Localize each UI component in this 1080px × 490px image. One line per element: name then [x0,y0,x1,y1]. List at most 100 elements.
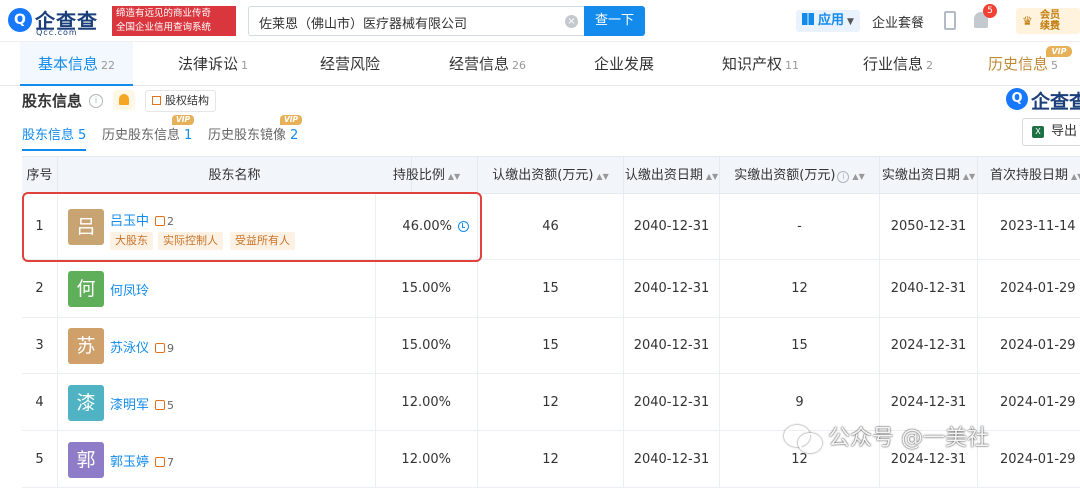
cell-ratio: 15.00% [376,318,478,373]
tab-business-risk[interactable]: 经营风险 [320,42,380,86]
subtab-label: 历史股东镜像 [208,128,287,143]
tab-basic-info[interactable]: 基本信息 22 [20,42,134,86]
th-label: 序号 [26,168,53,183]
cell-paid-date: 2040-12-31 [880,260,978,317]
cell-index: 4 [22,374,58,430]
avatar[interactable]: 漆 [68,385,104,421]
shareholder-name-link[interactable]: 何凤玲 [110,280,149,299]
th-name: 股东名称 [58,157,412,195]
th-index: 序号 [22,157,58,195]
shareholder-name-link[interactable]: 苏泳仪 9 [110,337,174,356]
cell-index-value: 5 [35,451,44,467]
cell-name: 何何凤玲 [58,260,376,317]
th-paid-date[interactable]: 实缴出资日期 ▲▼ [880,157,978,195]
cell-paid-date-value: 2050-12-31 [890,219,967,234]
cell-subscribed-date-value: 2040-12-31 [633,281,710,296]
cell-subscribed-amount: 46 [478,194,624,259]
clear-icon[interactable]: × [565,15,578,28]
sort-icon: ▲▼ [447,172,461,181]
tab-label: 知识产权 [722,55,783,73]
subtab-label: 股东信息 [22,128,75,143]
shareholder-name: 郭玉婷 [110,455,150,470]
subtab-shareholders[interactable]: 股东信息 5 [22,124,87,151]
avatar[interactable]: 何 [68,271,104,307]
tab-intellectual-property[interactable]: 知识产权 11 [722,42,799,86]
shareholder-name-link[interactable]: 漆明军 5 [110,394,174,413]
relation-icon[interactable] [155,216,166,226]
qcc-logo-icon: Q [8,8,32,32]
export-label: 导出 [1051,124,1078,139]
cell-paid-amount-value: 9 [795,394,804,410]
shareholder-name: 苏泳仪 [110,341,150,356]
th-label: 认缴出资日期 [624,168,703,183]
avatar[interactable]: 苏 [68,328,104,364]
th-paid-amount[interactable]: 实缴出资额(万元) i ▲▼ [720,157,880,195]
tab-label: 基本信息 [38,55,99,73]
avatar[interactable]: 郭 [68,442,104,478]
cell-index-value: 1 [35,219,44,234]
th-subscribed-date[interactable]: 认缴出资日期 ▲▼ [624,157,720,195]
cell-paid-amount-value: 12 [791,451,808,467]
follow-bell-icon[interactable] [113,90,135,110]
cell-index: 3 [22,318,58,373]
th-label: 持股比例 [392,168,445,183]
th-first-date[interactable]: 首次持股日期▲▼ [978,157,1080,195]
cell-paid-date-value: 2040-12-31 [890,281,967,296]
help-icon[interactable]: i [837,171,850,183]
section-title: 股东信息 [22,92,83,110]
cell-paid-date: 2024-12-31 [880,318,978,373]
cell-ratio: 46.00% [376,194,478,259]
avatar[interactable]: 吕 [68,209,104,245]
shareholder-tag: 大股东 [110,232,153,250]
shareholder-name: 漆明军 [110,398,150,413]
subtab-label: 历史股东信息 [102,128,181,143]
shareholder-name-link[interactable]: 吕玉中 2 [110,210,174,229]
equity-structure-button[interactable]: 股权结构 [145,90,216,112]
cell-ratio-value: 15.00% [401,281,451,296]
relation-icon[interactable] [155,457,166,467]
tab-development[interactable]: 企业发展 [594,42,654,86]
shareholder-name-link[interactable]: 郭玉婷 7 [110,451,174,470]
search-button[interactable]: 查一下 [584,6,645,36]
excel-icon: X [1032,126,1044,138]
watermark: 公众号 @一美社 [784,420,989,453]
cell-first-date-value: 2024-01-29 [1000,451,1076,467]
member-renew-button[interactable]: ♛ 会员 续费 [1016,8,1080,34]
tab-count: 26 [512,59,527,72]
table-row: 2 何何凤玲 15.00% 15 2040-12-31 12 2040-12-31 2024-… [22,260,1080,318]
history-clock-icon[interactable] [458,221,469,232]
cell-subscribed-date: 2040-12-31 [624,374,720,430]
tab-operation-info[interactable]: 经营信息 26 [449,42,526,86]
search-input[interactable]: 佐莱恩（佛山市）医疗器械有限公司 × [248,6,584,36]
subtab-history-mirror[interactable]: 历史股东镜像 2 [208,124,298,143]
qcc-logo[interactable]: Q 企查查 Qcc.com [8,5,110,37]
th-ratio[interactable]: 持股比例 ▲▼ [376,157,478,195]
tab-legal[interactable]: 法律诉讼 1 [178,42,248,86]
subtab-history-shareholders[interactable]: 历史股东信息 1 [102,124,192,143]
relation-count: 9 [167,342,175,355]
tab-industry-info[interactable]: 行业信息 2 [863,42,933,86]
cell-subscribed-date: 2040-12-31 [624,318,720,373]
shareholder-name: 何凤玲 [110,284,150,299]
enterprise-suite-link[interactable]: 企业套餐 [872,12,924,31]
relation-icon[interactable] [155,343,166,353]
help-icon[interactable]: i [89,94,103,108]
relation-icon[interactable] [155,400,166,410]
cell-ratio: 15.00% [376,260,478,317]
relation-count: 7 [167,456,175,469]
main-nav-tabs: 基本信息 22 法律诉讼 1 经营风险 经营信息 26 企业发展 知识产权 11 行业信… [0,42,1080,86]
subtab-count: 2 [290,128,299,143]
cell-subscribed-amount-value: 12 [542,394,559,410]
cell-subscribed-date-value: 2040-12-31 [633,451,710,467]
vip-badge: VIP [1046,46,1072,57]
apps-menu-button[interactable]: 应用 ▼ [796,10,860,32]
th-subscribed-amount[interactable]: 认缴出资额(万元) ▲▼ [478,157,624,195]
mobile-phone-icon[interactable] [944,11,956,30]
cell-subscribed-amount-value: 15 [542,338,559,353]
grid-icon [802,13,814,25]
crown-icon: ♛ [1022,14,1033,28]
tab-label: 行业信息 [863,55,924,73]
shareholder-tag: 受益所有人 [230,232,295,250]
cell-subscribed-amount: 15 [478,318,624,373]
export-button[interactable]: X 导出 [1022,118,1080,146]
